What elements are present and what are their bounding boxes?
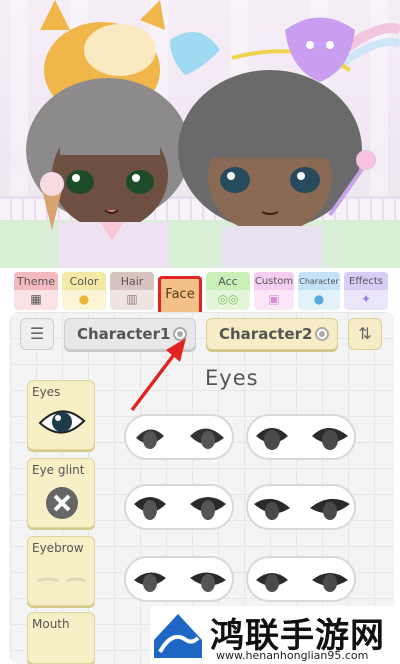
- tab-effects-label: Effects: [344, 272, 388, 290]
- eye-option[interactable]: [124, 556, 234, 602]
- character1-radio-icon: [173, 327, 187, 341]
- picture-icon: ▣: [268, 292, 280, 306]
- eye-option[interactable]: [124, 484, 234, 530]
- character1-button[interactable]: Character1: [64, 318, 196, 350]
- category-mouth[interactable]: Mouth: [27, 612, 95, 664]
- tab-acc[interactable]: Acc ◎◎: [206, 272, 250, 310]
- tab-hair[interactable]: Hair ▥: [110, 272, 154, 310]
- eye-option[interactable]: [124, 414, 234, 460]
- glasses-icon: ◎◎: [217, 292, 239, 306]
- eye-style-icon: [254, 498, 350, 520]
- eye-icon: [38, 410, 86, 434]
- right-character: [170, 17, 376, 270]
- tab-theme[interactable]: Theme ▦: [14, 272, 58, 310]
- tab-color-label: Color: [62, 272, 106, 290]
- eye-style-icon: [134, 572, 226, 592]
- character-preview-scene: [0, 0, 400, 270]
- none-x-icon: [46, 487, 78, 519]
- category-eyes-label: Eyes: [32, 385, 61, 399]
- character2-button[interactable]: Character2: [206, 318, 338, 350]
- tab-custom[interactable]: Custom ▣: [254, 272, 294, 310]
- eye-style-icon: [256, 573, 348, 592]
- comb-icon: ▥: [126, 292, 138, 306]
- person-menu-button[interactable]: ☰: [20, 318, 54, 350]
- eye-style-icon: [136, 428, 224, 449]
- tab-hair-label: Hair: [110, 272, 154, 290]
- category-mouth-label: Mouth: [32, 617, 70, 631]
- eye-option[interactable]: [246, 556, 356, 602]
- tab-face-label: Face: [165, 287, 195, 302]
- character-selector-bar: ☰ Character1 Character2 ⇅: [10, 312, 394, 356]
- tab-character[interactable]: Character ●: [298, 272, 340, 310]
- category-eye-glint-label: Eye glint: [32, 463, 85, 477]
- person-icon: ●: [313, 292, 325, 306]
- site-watermark: 鸿联手游网 www.henanhonglian95.com: [150, 606, 400, 664]
- sparkle-icon: ✦: [360, 292, 372, 306]
- person-menu-icon: ☰: [29, 324, 45, 343]
- category-tabs: Theme ▦ Color ● Hair ▥ Face Acc ◎◎ Custo…: [0, 268, 400, 318]
- eye-option[interactable]: [246, 414, 356, 460]
- paint-drop-icon: ●: [78, 292, 90, 306]
- character2-radio-icon: [315, 327, 329, 341]
- category-eye-glint[interactable]: Eye glint: [27, 458, 95, 528]
- tab-custom-label: Custom: [254, 272, 294, 290]
- category-eyes[interactable]: Eyes: [27, 380, 95, 450]
- character1-label: Character1: [77, 325, 171, 343]
- theme-icon: ▦: [30, 292, 42, 306]
- tab-character-label: Character: [298, 272, 340, 290]
- person-swap-icon: ⇅: [358, 324, 372, 343]
- character2-label: Character2: [219, 325, 313, 343]
- tab-acc-label: Acc: [206, 272, 250, 290]
- tab-theme-label: Theme: [14, 272, 58, 290]
- eye-option[interactable]: [246, 484, 356, 530]
- watermark-logo-icon: [154, 614, 202, 658]
- category-eyebrow[interactable]: Eyebrow: [27, 536, 95, 606]
- eye-style-icon: [256, 428, 348, 450]
- watermark-url: www.henanhonglian95.com: [216, 649, 369, 662]
- category-eyebrow-label: Eyebrow: [32, 541, 84, 555]
- left-character: [26, 0, 190, 270]
- tab-color[interactable]: Color ●: [62, 272, 106, 310]
- section-title: Eyes: [205, 366, 259, 390]
- eyebrow-icon: [37, 577, 87, 583]
- tab-effects[interactable]: Effects ✦: [344, 272, 388, 310]
- person-swap-button[interactable]: ⇅: [348, 318, 382, 350]
- eye-style-icon: [134, 497, 226, 520]
